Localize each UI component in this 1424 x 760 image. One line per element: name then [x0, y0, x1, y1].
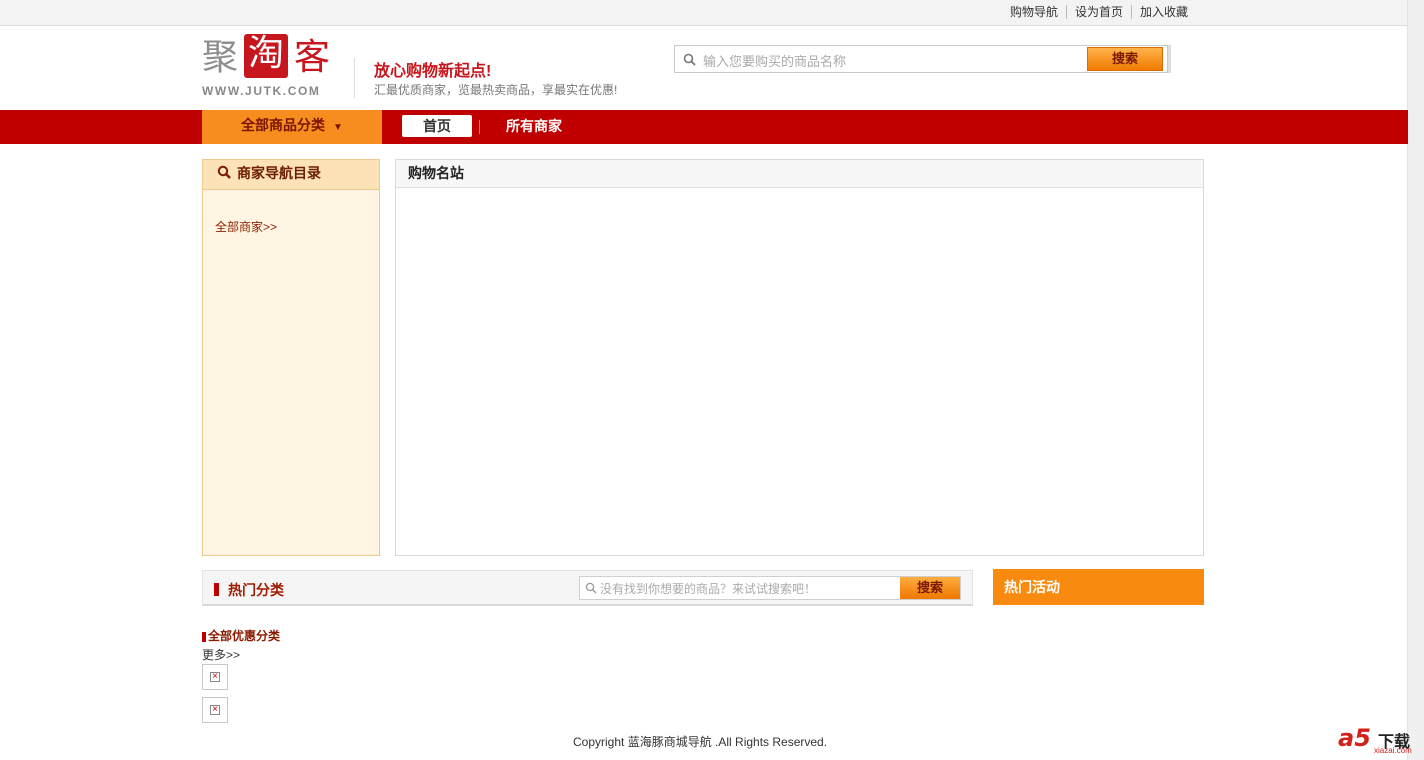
- site-logo[interactable]: 聚 淘 客 WWW.JUTK.COM: [202, 34, 334, 100]
- logo-char-2: 淘: [244, 34, 288, 78]
- slogan: 放心购物新起点!: [374, 63, 492, 80]
- broken-image-icon[interactable]: ×: [202, 664, 228, 690]
- hot-search-button[interactable]: 搜索: [900, 577, 960, 599]
- section-marker: [214, 583, 219, 596]
- discount-categories-label: 全部优惠分类: [202, 627, 280, 644]
- watermark-brand: a5: [1338, 724, 1371, 752]
- nav-divider: [479, 120, 480, 134]
- hot-search-box: 没有找到你想要的商品？来试试搜索吧！ 搜索: [579, 576, 961, 600]
- all-categories-label: 全部商品分类: [241, 117, 326, 133]
- hot-search-input[interactable]: 没有找到你想要的商品？来试试搜索吧！: [600, 580, 816, 597]
- set-homepage-link[interactable]: 设为首页: [1065, 5, 1131, 19]
- top-links: 购物导航 设为首页 加入收藏: [1002, 5, 1196, 19]
- header-divider: [354, 58, 355, 98]
- hot-categories-bar: 热门分类 没有找到你想要的商品？来试试搜索吧！ 搜索: [202, 570, 973, 606]
- top-utility-bar: 购物导航 设为首页 加入收藏: [0, 0, 1408, 26]
- watermark-url: xiazai.com: [1374, 746, 1412, 755]
- hot-activities-header[interactable]: 热门活动: [993, 569, 1204, 605]
- header-search-box: 输入您要购买的商品名称 搜索: [674, 45, 1171, 73]
- merchant-directory-title: 商家导航目录: [237, 165, 321, 181]
- search-shadow: [1168, 45, 1171, 73]
- header-search-button[interactable]: 搜索: [1087, 47, 1163, 71]
- search-icon: [585, 582, 597, 597]
- more-link[interactable]: 更多>>: [202, 646, 240, 663]
- all-merchants-link[interactable]: 全部商家>>: [215, 218, 277, 235]
- copyright: Copyright 蓝海豚商城导航 .All Rights Reserved.: [573, 735, 828, 749]
- vertical-scrollbar[interactable]: [1407, 0, 1424, 760]
- logo-domain: WWW.JUTK.COM: [202, 84, 321, 98]
- search-icon: [683, 53, 696, 69]
- merchant-directory-panel: 商家导航目录 全部商家>>: [202, 159, 380, 556]
- nav-all-merchants[interactable]: 所有商家: [506, 115, 562, 137]
- main-nav: 全部商品分类 ▼ 首页 所有商家: [0, 110, 1408, 144]
- discount-categories-text: 全部优惠分类: [208, 629, 281, 643]
- shopping-nav-link[interactable]: 购物导航: [1002, 5, 1066, 19]
- section-marker: [202, 631, 206, 642]
- chevron-down-icon: ▼: [333, 122, 343, 133]
- nav-home[interactable]: 首页: [402, 115, 472, 137]
- all-categories-dropdown[interactable]: 全部商品分类 ▼: [202, 110, 382, 144]
- broken-image-icon[interactable]: ×: [202, 697, 228, 723]
- logo-char-1: 聚: [202, 37, 239, 78]
- merchant-directory-header: 商家导航目录: [203, 160, 379, 190]
- sub-slogan: 汇最优质商家，览最热卖商品，享最实在优惠!: [374, 83, 618, 97]
- hot-categories-title: 热门分类: [228, 582, 284, 598]
- watermark-logo: a5 下载 xiazai.com: [1336, 724, 1420, 756]
- logo-char-3: 客: [294, 37, 331, 78]
- famous-shops-title: 购物名站: [396, 160, 1203, 188]
- header-search-input[interactable]: 输入您要购买的商品名称: [703, 51, 846, 70]
- add-favorite-link[interactable]: 加入收藏: [1130, 5, 1196, 19]
- famous-shops-panel: 购物名站: [395, 159, 1204, 556]
- search-icon: [217, 161, 231, 187]
